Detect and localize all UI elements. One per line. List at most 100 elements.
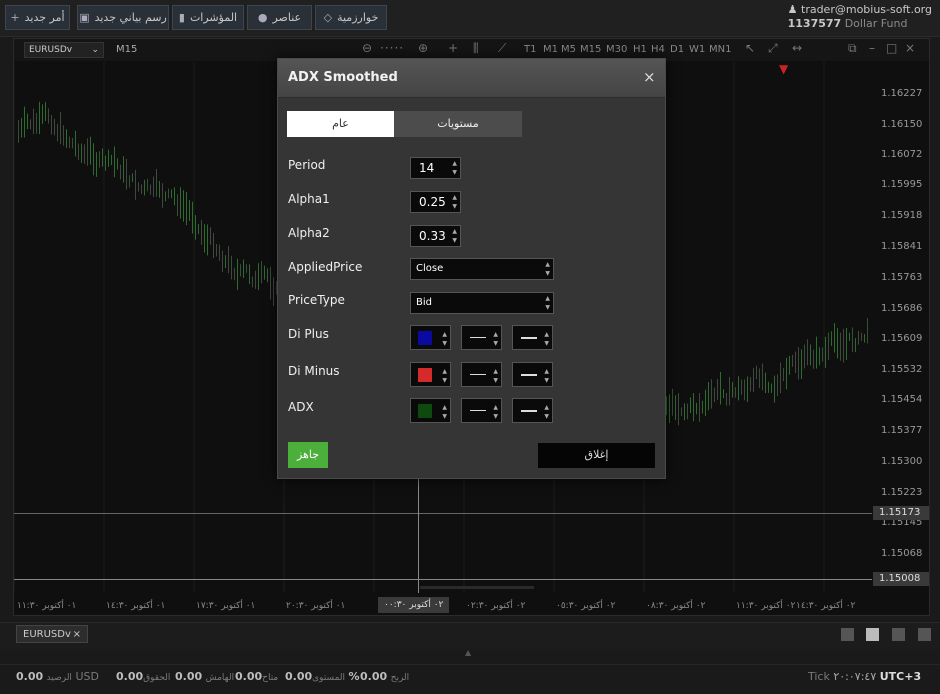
zoom-out-icon[interactable]: ⊖ (362, 41, 372, 55)
candle (213, 232, 214, 259)
close-tab-icon[interactable]: × (73, 629, 81, 640)
zoom-slider[interactable]: ····· (380, 41, 404, 55)
chart-scrollbar[interactable] (420, 586, 534, 589)
layout-vertical-icon[interactable] (892, 628, 905, 641)
chart-tab-eurusd[interactable]: EURUSDv × (16, 625, 88, 643)
period-input[interactable]: 14 ▲ ▼ (410, 157, 461, 179)
expand-icon[interactable]: ⤢ (768, 41, 778, 56)
tab-levels[interactable]: مستويات (394, 111, 522, 137)
adx-label: ADX (288, 400, 314, 414)
applied-price-select[interactable]: Close ▲ ▼ (410, 258, 554, 280)
timeframe-m1[interactable]: M1 (543, 44, 558, 55)
cursor-icon[interactable]: ↖ (745, 41, 755, 55)
period-separator-icon[interactable]: ⫼ (473, 41, 479, 56)
candle (843, 328, 844, 363)
di-plus-width-select[interactable]: ▲ ▼ (512, 325, 553, 350)
candle (699, 393, 700, 422)
new-chart-button[interactable]: ▣ رسم بياني جديد (77, 5, 169, 30)
timeframe-mn1[interactable]: MN1 (709, 44, 731, 55)
crosshair-vertical-line (418, 479, 419, 593)
candle (819, 347, 820, 366)
line-width-icon (521, 410, 537, 412)
stepper-icon[interactable]: ▲ ▼ (452, 227, 457, 245)
detach-icon[interactable]: ⧉ (848, 41, 857, 56)
elements-button[interactable]: ● عناصر (247, 5, 312, 30)
time-label: ٠١ أكتوبر ١١:٣٠ (17, 601, 77, 611)
candle (183, 190, 184, 222)
algorithms-button[interactable]: ◇ خوارزمية (315, 5, 387, 30)
timeframe-d1[interactable]: D1 (670, 44, 684, 55)
price-label: 1.15300 (881, 456, 923, 467)
timeframe-m30[interactable]: M30 (606, 44, 627, 55)
maximize-icon[interactable]: □ (886, 41, 897, 55)
symbol-select[interactable]: EURUSDv ⌄ (24, 42, 104, 58)
select-arrows-icon: ▲ ▼ (544, 331, 549, 347)
timeframe-w1[interactable]: W1 (689, 44, 705, 55)
timeframe-label: M15 (116, 44, 138, 55)
di-plus-style-select[interactable]: ▲ ▼ (461, 325, 502, 350)
select-arrows-icon: ▲ ▼ (545, 295, 550, 311)
candle (852, 327, 853, 352)
crosshair-icon[interactable]: + (448, 41, 458, 55)
timeframe-m15[interactable]: M15 (580, 44, 601, 55)
close-button[interactable]: إغلاق (538, 443, 655, 468)
new-order-label: أمر جديد (24, 11, 65, 24)
time-label: ٠١ أكتوبر ١٧:٣٠ (196, 601, 256, 611)
scroll-icon[interactable]: ↔ (792, 41, 802, 55)
indicators-label: المؤشرات (189, 11, 238, 24)
close-chart-icon[interactable]: × (905, 41, 915, 55)
candle (207, 224, 208, 256)
stepper-icon[interactable]: ▲ ▼ (452, 159, 457, 177)
candle (687, 403, 688, 420)
di-plus-color-picker[interactable]: ▲ ▼ (410, 325, 451, 350)
alpha2-input[interactable]: 0.33 ▲ ▼ (410, 225, 461, 247)
candle (30, 119, 31, 130)
trendline-icon[interactable]: ⟋ (498, 41, 506, 56)
close-icon[interactable]: × (643, 68, 656, 86)
balance-label: الرصيد (46, 673, 72, 683)
price-label: 1.15995 (881, 179, 923, 190)
di-minus-style-select[interactable]: ▲ ▼ (461, 362, 502, 387)
candle (201, 219, 202, 245)
di-minus-width-select[interactable]: ▲ ▼ (512, 362, 553, 387)
equity-stat: 0.00الحقوق (116, 670, 170, 683)
price-type-select[interactable]: Bid ▲ ▼ (410, 292, 554, 314)
profit-value: 0.00 (360, 670, 388, 683)
adx-width-select[interactable]: ▲ ▼ (512, 398, 553, 423)
candle (816, 336, 817, 369)
tab-general[interactable]: عام (287, 111, 394, 137)
minimize-icon[interactable]: – (869, 41, 875, 55)
candle (711, 379, 712, 409)
indicators-button[interactable]: ▮ المؤشرات (172, 5, 244, 30)
candle (672, 388, 673, 416)
new-order-button[interactable]: + أمر جديد (5, 5, 70, 30)
alpha2-label: Alpha2 (288, 226, 330, 240)
adx-style-select[interactable]: ▲ ▼ (461, 398, 502, 423)
timeframe-m5[interactable]: M5 (561, 44, 576, 55)
current-price-badge: 1.15173 (873, 506, 929, 520)
layout-horizontal-icon[interactable] (918, 628, 931, 641)
di-minus-color-picker[interactable]: ▲ ▼ (410, 362, 451, 387)
layout-grid-icon[interactable] (866, 628, 879, 641)
candle (834, 323, 835, 353)
zoom-in-icon[interactable]: ⊕ (418, 41, 428, 55)
candle (774, 375, 775, 403)
ready-button[interactable]: جاهز (288, 442, 328, 468)
candle (117, 158, 118, 170)
candle (216, 244, 217, 257)
alpha1-input[interactable]: 0.25 ▲ ▼ (410, 191, 461, 213)
collapse-panel-icon[interactable]: ▲ (465, 648, 471, 657)
timeframe-t1[interactable]: T1 (524, 44, 536, 55)
timeframe-h1[interactable]: H1 (633, 44, 647, 55)
stepper-icon[interactable]: ▲ ▼ (452, 193, 457, 211)
candle (27, 113, 28, 130)
candle (807, 339, 808, 366)
select-arrows-icon: ▲ ▼ (442, 331, 447, 347)
candle (684, 403, 685, 421)
candle (63, 125, 64, 146)
adx-color-picker[interactable]: ▲ ▼ (410, 398, 451, 423)
account-fund: Dollar Fund (844, 17, 908, 30)
timeframe-h4[interactable]: H4 (651, 44, 665, 55)
layout-single-icon[interactable] (841, 628, 854, 641)
free-margin-label: متاح (262, 673, 279, 683)
